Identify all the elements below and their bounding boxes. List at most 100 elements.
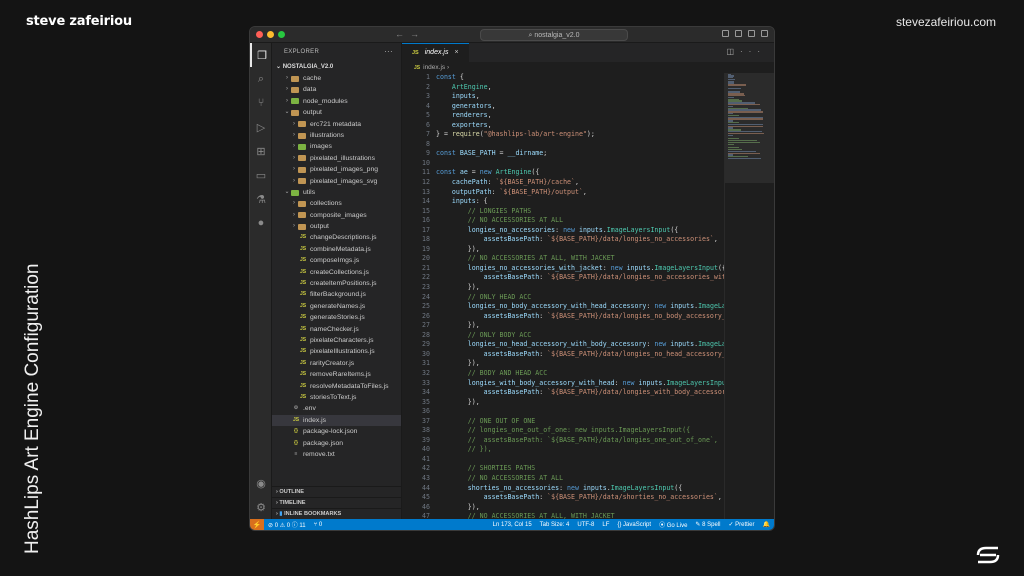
file-item[interactable]: JS filterBackground.js: [272, 289, 401, 300]
line-number: 24: [422, 292, 430, 301]
line-number: 38: [422, 426, 430, 435]
file-item[interactable]: JS generateStories.js: [272, 312, 401, 323]
code-text: }),: [436, 502, 480, 511]
file-item[interactable]: ≡ remove.txt: [272, 449, 401, 460]
tree-item-label: composite_images: [310, 211, 367, 219]
forward-arrow-icon[interactable]: →: [410, 29, 425, 39]
explorer-icon[interactable]: ❐: [250, 43, 272, 67]
code-line: 17 longies_no_accessories: new inputs.Im…: [402, 226, 724, 236]
folder-item[interactable]: ⌄ utils: [272, 187, 401, 198]
source-control-icon[interactable]: ⑂: [250, 91, 272, 115]
command-center[interactable]: ⌕ nostalgia_v2.0: [480, 29, 628, 41]
minimap-slider[interactable]: [725, 73, 774, 183]
toggle-panel-icon[interactable]: [735, 30, 742, 37]
more-editor-actions-icon[interactable]: ···: [740, 47, 766, 56]
prettier-status[interactable]: ✓ Prettier: [724, 521, 758, 528]
folder-item[interactable]: › cache: [272, 73, 401, 84]
folder-item[interactable]: › data: [272, 84, 401, 95]
split-editor-icon[interactable]: ◫: [726, 47, 740, 56]
problems-indicator[interactable]: ⊘ 0 ⚠ 0 ⓘ 11: [264, 520, 310, 529]
file-item[interactable]: JS resolveMetadataToFiles.js: [272, 381, 401, 392]
more-actions-icon[interactable]: ···: [384, 43, 393, 61]
minimap[interactable]: [724, 73, 774, 519]
cursor-position[interactable]: Ln 173, Col 15: [489, 522, 536, 528]
code-editor[interactable]: 1 const {2 ArtEngine, 3 inputs, 4 generator…: [402, 73, 724, 519]
folder-item[interactable]: › erc721 metadata: [272, 119, 401, 130]
close-tab-icon[interactable]: ×: [454, 44, 458, 62]
customize-layout-icon[interactable]: [761, 30, 768, 37]
site-url[interactable]: stevezafeiriou.com: [896, 15, 996, 29]
tree-item-label: changeDescriptions.js: [310, 234, 377, 242]
testing-icon[interactable]: ⚗: [250, 187, 272, 211]
docker-icon[interactable]: ●: [250, 211, 272, 235]
extensions-icon[interactable]: ⊞: [250, 139, 272, 163]
file-item[interactable]: JS storiesToText.js: [272, 392, 401, 403]
file-item[interactable]: JS composeImgs.js: [272, 255, 401, 266]
inline-bookmarks-label: INLINE BOOKMARKS: [284, 511, 342, 517]
file-item[interactable]: JS removeRareItems.js: [272, 369, 401, 380]
file-item[interactable]: JS createItemPositions.js: [272, 278, 401, 289]
timeline-section[interactable]: › TIMELINE: [272, 497, 401, 508]
encoding[interactable]: UTF-8: [573, 522, 598, 528]
code-text: }),: [436, 397, 480, 406]
folder-item[interactable]: › collections: [272, 198, 401, 209]
remote-explorer-icon[interactable]: ▭: [250, 163, 272, 187]
maximize-window-button[interactable]: [278, 31, 285, 38]
file-item[interactable]: JS pixelateIllustrations.js: [272, 346, 401, 357]
line-number: 8: [426, 139, 430, 148]
minimize-window-button[interactable]: [267, 31, 274, 38]
toggle-sidebar-icon[interactable]: [722, 30, 729, 37]
code-text: assetsBasePath: `${BASE_PATH}/data/longi…: [483, 388, 724, 397]
file-item[interactable]: JS changeDescriptions.js: [272, 232, 401, 243]
outline-section[interactable]: › OUTLINE: [272, 486, 401, 497]
file-item[interactable]: JS createCollections.js: [272, 267, 401, 278]
folder-item[interactable]: › illustrations: [272, 130, 401, 141]
inline-bookmarks-section[interactable]: › ▮ INLINE BOOKMARKS: [272, 508, 401, 519]
code-line: 38 // longies_one_out_of_one: new inputs…: [402, 426, 724, 436]
language-mode[interactable]: {} JavaScript: [613, 522, 655, 528]
code-line: 6 exporters,: [402, 121, 724, 131]
file-item[interactable]: JS pixelateCharacters.js: [272, 335, 401, 346]
file-item[interactable]: JS combineMetadata.js: [272, 244, 401, 255]
folder-item[interactable]: › pixelated_images_png: [272, 164, 401, 175]
code-text: // ONLY BODY ACC: [467, 330, 532, 339]
toggle-secondary-sidebar-icon[interactable]: [748, 30, 755, 37]
folder-item[interactable]: › composite_images: [272, 210, 401, 221]
folder-icon: [298, 155, 306, 162]
file-item[interactable]: ⚙ .env: [272, 403, 401, 414]
tab-size[interactable]: Tab Size: 4: [536, 522, 574, 528]
project-root[interactable]: ⌄ NOSTALGIA_V2.0: [272, 61, 401, 73]
tree-item-label: pixelateCharacters.js: [310, 336, 374, 344]
ports-indicator[interactable]: ⑂ 0: [310, 522, 327, 528]
folder-item[interactable]: › images: [272, 141, 401, 152]
account-icon[interactable]: ◉: [250, 471, 272, 495]
tab-index-js[interactable]: JS index.js ×: [402, 43, 469, 62]
gear-icon[interactable]: ⚙: [250, 495, 272, 519]
folder-item[interactable]: › node_modules: [272, 96, 401, 107]
js-file-icon: JS: [299, 336, 307, 343]
breadcrumb-file: index.js: [423, 64, 446, 71]
spell-check[interactable]: ✎ 8 Spell: [691, 521, 724, 528]
file-item[interactable]: {} package.json: [272, 438, 401, 449]
folder-item[interactable]: ⌄ output: [272, 107, 401, 118]
remote-indicator-icon[interactable]: ⚡: [250, 519, 264, 530]
go-live-button[interactable]: ⦿ Go Live: [655, 520, 691, 529]
folder-item[interactable]: › output: [272, 221, 401, 232]
folder-item[interactable]: › pixelated_images_svg: [272, 176, 401, 187]
tree-item-label: removeRareItems.js: [310, 371, 371, 379]
folder-item[interactable]: › pixelated_illustrations: [272, 153, 401, 164]
file-item[interactable]: {} package-lock.json: [272, 426, 401, 437]
file-item[interactable]: JS rarityCreator.js: [272, 358, 401, 369]
file-item[interactable]: JS generateNames.js: [272, 301, 401, 312]
close-window-button[interactable]: [256, 31, 263, 38]
end-of-line[interactable]: LF: [598, 522, 613, 528]
js-file-icon: JS: [299, 234, 307, 241]
file-item[interactable]: JS nameChecker.js: [272, 324, 401, 335]
breadcrumb[interactable]: JS index.js ›: [402, 62, 774, 73]
line-number: 19: [422, 244, 430, 253]
run-debug-icon[interactable]: ▷: [250, 115, 272, 139]
back-arrow-icon[interactable]: ←: [395, 29, 410, 39]
file-item[interactable]: JS index.js: [272, 414, 401, 427]
notifications-icon[interactable]: 🔔: [759, 521, 774, 528]
search-view-icon[interactable]: ⌕: [250, 67, 272, 91]
